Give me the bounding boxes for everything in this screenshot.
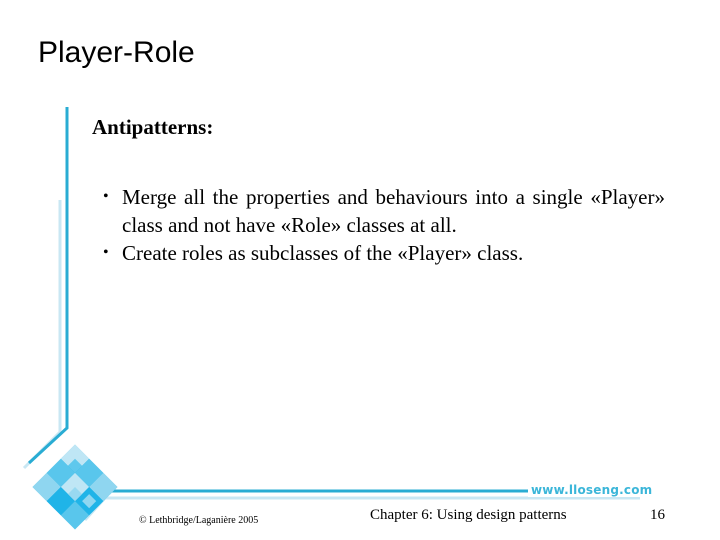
footer-copyright: © Lethbridge/Laganière 2005: [139, 515, 259, 526]
decorative-frame: [22, 107, 640, 530]
bullet-marker: •: [103, 244, 109, 261]
slide-title: Player-Role: [38, 36, 195, 69]
tile-diamond-logo: [32, 444, 118, 530]
bullet-item: • Merge all the properties and behaviour…: [100, 183, 665, 239]
bullet-item: • Create roles as subclasses of the «Pla…: [100, 239, 665, 267]
footer-chapter: Chapter 6: Using design patterns: [370, 507, 567, 523]
bullet-text: Create roles as subclasses of the «Playe…: [122, 241, 524, 265]
light-frame-line: [22, 200, 62, 470]
bullet-text: Merge all the properties and behaviours …: [122, 185, 665, 237]
bullet-list: • Merge all the properties and behaviour…: [100, 183, 665, 267]
footer-url: www.lloseng.com: [528, 483, 656, 497]
bullet-marker: •: [103, 188, 109, 205]
page-number: 16: [650, 507, 665, 523]
subheading: Antipatterns:: [92, 115, 214, 139]
